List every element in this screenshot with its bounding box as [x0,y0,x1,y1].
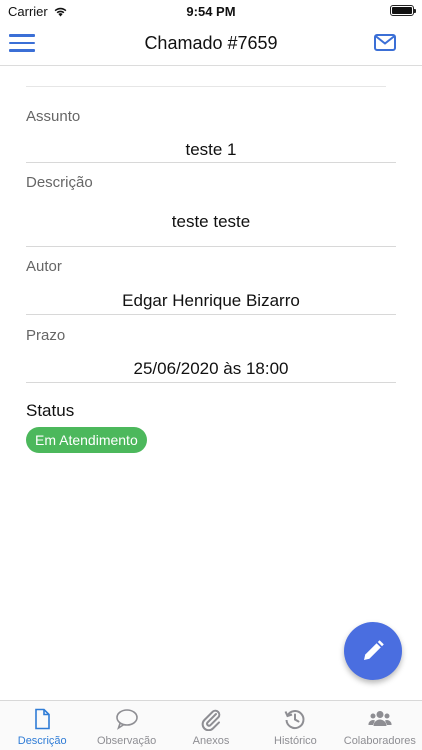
tab-colaboradores[interactable]: Colaboradores [338,701,422,750]
status-badge: Em Atendimento [26,427,147,453]
battery-icon [390,5,416,16]
tab-historico[interactable]: Histórico [253,701,337,750]
page-title: Chamado #7659 [144,33,278,53]
tab-label: Histórico [274,735,317,747]
document-icon [35,708,51,730]
status-heading: Status [26,401,75,420]
paperclip-icon [201,709,221,731]
field-value-prazo: 25/06/2020 às 18:00 [133,359,289,378]
field-value-assunto: teste 1 [185,140,237,159]
navigation-header: Chamado #7659 [0,22,422,66]
tab-descricao[interactable]: Descrição [0,701,84,750]
envelope-icon [374,34,396,51]
clock: 9:54 PM [186,4,236,19]
chat-bubble-icon [115,709,138,730]
status-bar: Carrier 9:54 PM [0,0,422,22]
divider [26,86,386,87]
field-label-prazo: Prazo [26,327,66,344]
tab-bar: Descrição Observação Anexos Histórico Co… [0,700,422,750]
edit-button[interactable] [344,622,402,680]
tab-anexos[interactable]: Anexos [169,701,253,750]
pencil-icon [364,640,384,660]
field-descricao: Descrição teste teste [26,163,396,247]
field-autor: Autor Edgar Henrique Bizarro [26,247,396,315]
tab-label: Observação [96,735,157,747]
field-assunto: Assunto teste 1 [26,102,396,163]
mail-button[interactable] [374,34,396,51]
field-label-assunto: Assunto [26,108,81,125]
field-value-descricao: teste teste [171,212,251,231]
field-label-autor: Autor [26,258,62,275]
history-icon [285,710,305,729]
field-value-autor: Edgar Henrique Bizarro [122,291,300,310]
tab-label: Descrição [17,735,67,747]
tab-observacao[interactable]: Observação [84,701,168,750]
tab-label: Anexos [192,735,230,747]
tab-label: Colaboradores [343,735,416,747]
field-label-descricao: Descrição [26,174,93,191]
field-prazo: Prazo 25/06/2020 às 18:00 [26,315,396,383]
users-icon [368,711,392,726]
